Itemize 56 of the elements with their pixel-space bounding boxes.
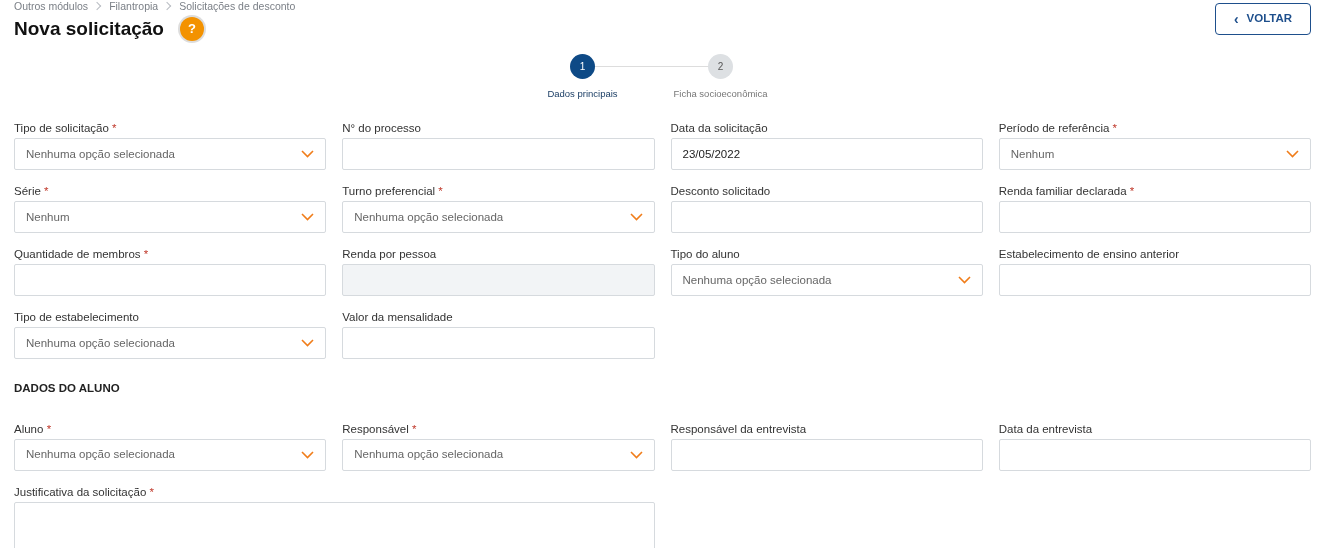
- select-field[interactable]: Nenhum: [998, 138, 1311, 171]
- input-field[interactable]: [14, 264, 327, 297]
- field-label: Data da solicitação: [670, 121, 769, 136]
- field-label: Renda familiar declarada *: [998, 184, 1136, 199]
- field-label: Responsável da entrevista: [670, 421, 808, 436]
- chevron-down-icon: [301, 213, 315, 222]
- chevron-down-icon: [629, 213, 643, 222]
- select-field[interactable]: Nenhuma opção selecionada: [670, 264, 983, 297]
- field-label: Período de referência *: [998, 121, 1119, 136]
- breadcrumb-link[interactable]: Solicitações de desconto: [179, 0, 296, 12]
- back-icon: ‹: [1233, 13, 1239, 25]
- select-field[interactable]: Nenhuma opção selecionada: [14, 138, 327, 171]
- field-label: Desconto solicitado: [670, 184, 772, 199]
- field-label: Tipo de solicitação *: [14, 121, 118, 136]
- field-label: Série *: [14, 184, 50, 199]
- input-field[interactable]: [342, 327, 655, 360]
- page-title: Nova solicitação: [14, 17, 164, 41]
- field-label: Turno preferencial *: [342, 184, 444, 199]
- section-heading: DADOS DO ALUNO: [14, 381, 121, 397]
- input-field[interactable]: [998, 201, 1311, 234]
- chevron-down-icon: [1286, 150, 1299, 159]
- select-field[interactable]: Nenhuma opção selecionada: [342, 201, 655, 234]
- input-field[interactable]: [998, 438, 1311, 471]
- field-label: N° do processo: [342, 121, 422, 136]
- back-button[interactable]: ‹ VOLTAR: [1215, 3, 1311, 35]
- step-circle[interactable]: 1: [570, 54, 595, 79]
- field-label: Tipo do aluno: [670, 247, 741, 262]
- chevron-down-icon: [301, 150, 315, 159]
- input-field[interactable]: [670, 201, 983, 234]
- field-label: Tipo de estabelecimento: [14, 310, 140, 325]
- chevron-down-icon: [629, 450, 643, 459]
- step-circle[interactable]: 2: [708, 54, 733, 79]
- input-field[interactable]: [998, 264, 1311, 297]
- input-field[interactable]: [342, 138, 655, 171]
- field-label: Estabelecimento de ensino anterior: [998, 247, 1181, 262]
- breadcrumb-link[interactable]: Filantropia: [109, 0, 159, 12]
- input-field[interactable]: 23/05/2022: [670, 138, 983, 171]
- breadcrumb-link[interactable]: Outros módulos: [14, 0, 89, 12]
- field-label: Justificativa da solicitação *: [14, 484, 155, 499]
- field-label: Responsável *: [342, 421, 418, 436]
- field-label: Data da entrevista: [998, 421, 1094, 436]
- chevron-down-icon: [301, 450, 315, 459]
- text-area[interactable]: [14, 501, 655, 548]
- field-label: Renda por pessoa: [342, 247, 438, 262]
- step-label: Dados principais: [547, 87, 618, 101]
- chevron-down-icon: [301, 339, 315, 348]
- field-label: Quantidade de membros *: [14, 247, 150, 262]
- select-field[interactable]: Nenhuma opção selecionada: [14, 438, 327, 471]
- select-field[interactable]: Nenhum: [14, 201, 327, 234]
- field-label: Aluno *: [14, 421, 53, 436]
- select-field[interactable]: Nenhuma opção selecionada: [342, 438, 655, 471]
- select-field[interactable]: Nenhuma opção selecionada: [14, 327, 327, 360]
- chevron-down-icon: [957, 276, 971, 285]
- field-label: Valor da mensalidade: [342, 310, 454, 325]
- step-label: Ficha socioeconômica: [673, 87, 768, 101]
- input-field[interactable]: [670, 438, 983, 471]
